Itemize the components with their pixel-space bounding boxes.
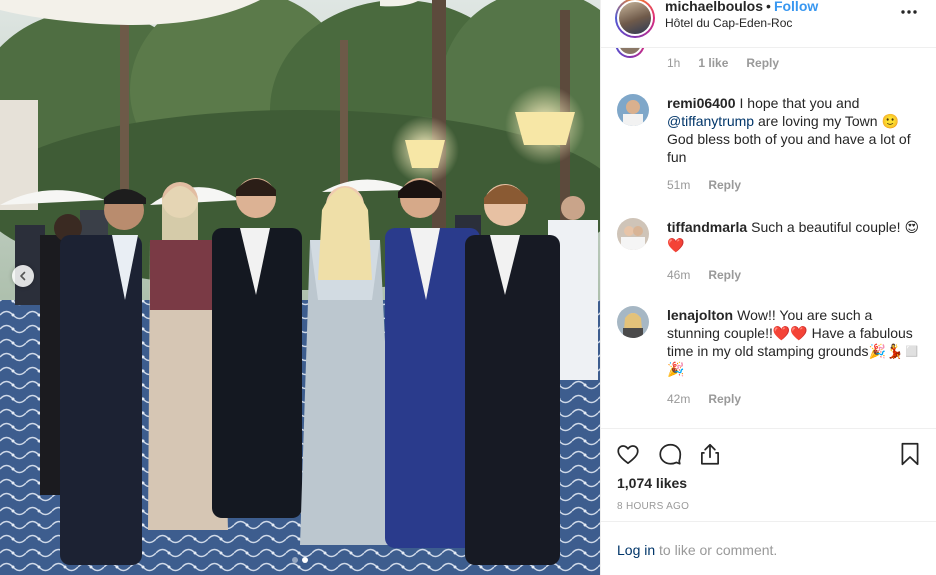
chevron-left-icon (20, 271, 26, 281)
avatar[interactable] (617, 218, 649, 250)
separator-bullet: • (766, 0, 771, 14)
comment-text: remi06400 I hope that you and @tiffanytru… (667, 94, 929, 166)
carousel-dot-active (302, 557, 308, 563)
comment-username[interactable]: remi06400 (667, 95, 736, 111)
post-header: michaelboulos • Follow Hôtel du Cap-Eden-R… (601, 0, 936, 48)
likes-count[interactable]: 1,074 likes (617, 475, 687, 491)
login-prompt-rest: to like or comment. (655, 542, 778, 558)
heart-icon (617, 445, 639, 465)
comment-meta: 51m Reply (667, 178, 759, 192)
reply-button[interactable]: Reply (708, 268, 741, 282)
comment-username[interactable]: lenajolton (667, 307, 733, 323)
comment-time: 46m (667, 268, 691, 282)
login-prompt-text: Log in to like or comment. (617, 542, 777, 558)
bookmark-icon (901, 442, 919, 466)
carousel-prev-button[interactable] (12, 265, 34, 287)
login-link[interactable]: Log in (617, 542, 655, 558)
comment-time: 42m (667, 392, 691, 406)
comment-meta: 46m Reply (667, 268, 759, 282)
header-username-row: michaelboulos • Follow (665, 0, 818, 14)
post-photo[interactable] (0, 0, 600, 575)
comment-time: 51m (667, 178, 691, 192)
avatar[interactable] (615, 48, 645, 58)
more-options-button[interactable] (897, 2, 921, 22)
comment-text: lenajolton Wow!! You are such a stunning … (667, 306, 929, 378)
avatar[interactable] (617, 94, 649, 126)
comment-likes-link[interactable]: 1 like (698, 56, 728, 70)
post-photo-illustration (0, 0, 600, 575)
avatar[interactable] (617, 306, 649, 338)
reply-button[interactable]: Reply (746, 56, 779, 70)
login-prompt: Log in to like or comment. (601, 521, 936, 575)
post-timestamp: 8 HOURS AGO (617, 501, 690, 512)
carousel-indicator (0, 557, 600, 563)
comment-meta: 42m Reply (667, 392, 759, 406)
avatar[interactable] (615, 0, 655, 38)
comment-body: I hope that you and (739, 95, 860, 111)
comment-list[interactable]: 1h 1 like Reply remi06400 I hope that you a… (601, 48, 936, 428)
comment-icon (659, 443, 682, 465)
comment-username[interactable]: tiffandmarla (667, 219, 747, 235)
post-actions: 1,074 likes 8 HOURS AGO Log in to like o… (601, 428, 936, 575)
comment-text: tiffandmarla Such a beautiful couple! 😍❤️ (667, 218, 929, 254)
comment-button[interactable] (657, 441, 683, 467)
reply-button[interactable]: Reply (708, 392, 741, 406)
share-icon (701, 443, 719, 465)
save-button[interactable] (897, 441, 923, 467)
comment-meta: 1h 1 like Reply (667, 56, 797, 70)
comment-time: 1h (667, 56, 681, 70)
carousel-dot (292, 557, 298, 563)
post-location[interactable]: Hôtel du Cap-Eden-Roc (665, 16, 792, 30)
more-horizontal-icon (901, 10, 917, 14)
post-sidebar: michaelboulos • Follow Hôtel du Cap-Eden-R… (600, 0, 936, 575)
post-author-username[interactable]: michaelboulos (665, 0, 763, 14)
share-button[interactable] (697, 441, 723, 467)
follow-button[interactable]: Follow (774, 0, 818, 14)
mention-link[interactable]: @tiffanytrump (667, 113, 754, 129)
reply-button[interactable]: Reply (708, 178, 741, 192)
like-button[interactable] (615, 441, 641, 467)
